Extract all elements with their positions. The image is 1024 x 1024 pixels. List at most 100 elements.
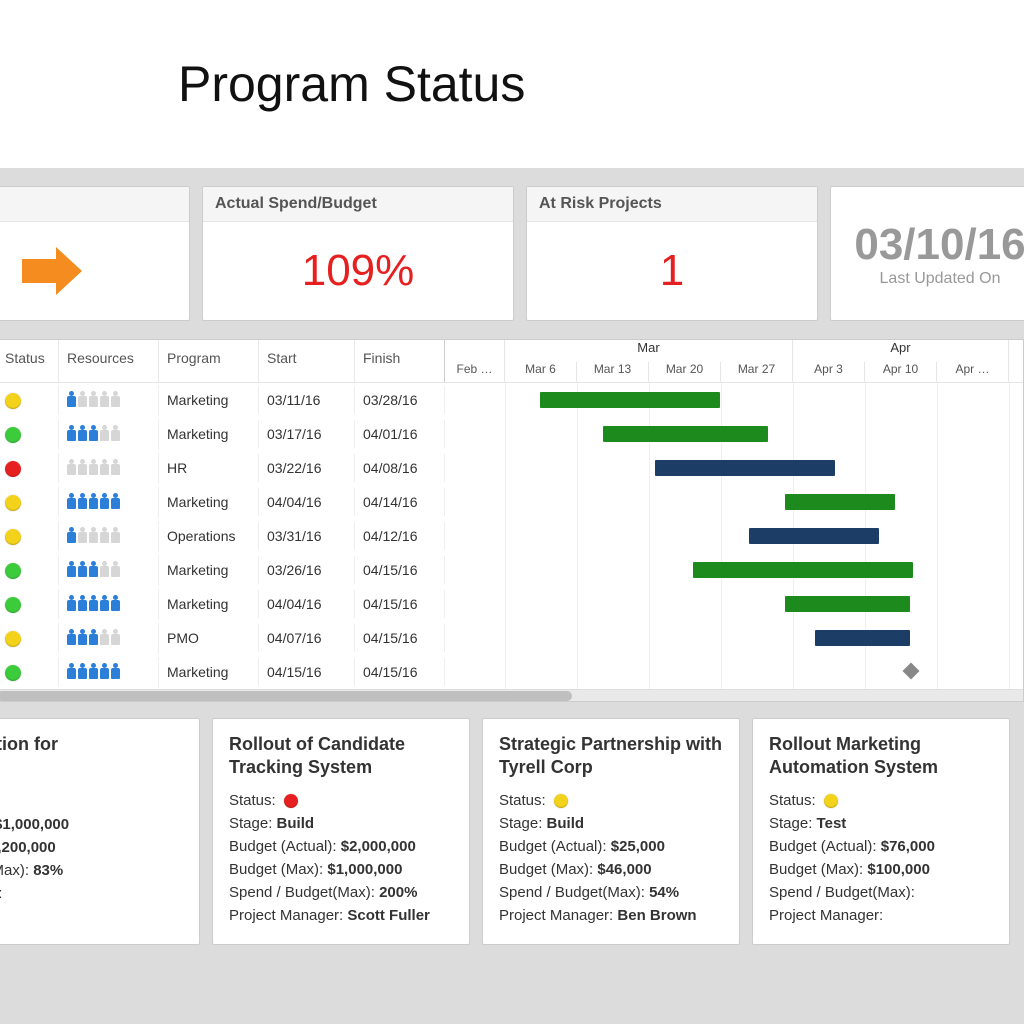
gantt-row[interactable]: Marketing04/04/1604/14/16: [0, 485, 1023, 519]
kpi-risk-label: At Risk Projects: [527, 187, 817, 222]
cell-program: Marketing: [159, 556, 259, 584]
week-label: Apr …: [937, 362, 1009, 382]
cell-program: Marketing: [159, 488, 259, 516]
people-icon: [67, 561, 120, 577]
project-budget-actual: Actual): $1,000,000: [0, 816, 183, 833]
status-dot-icon: [284, 794, 298, 808]
kpi-spend-label: Actual Spend/Budget: [203, 187, 513, 222]
col-status[interactable]: Status: [0, 340, 59, 382]
timeline-cell: [445, 621, 1023, 655]
cell-program: PMO: [159, 624, 259, 652]
project-title: Promotion for: [0, 733, 183, 756]
kpi-trend[interactable]: Trend: [0, 186, 190, 321]
status-dot-icon: [5, 631, 21, 647]
kpi-risk[interactable]: At Risk Projects 1: [526, 186, 818, 321]
status-dot-icon: [5, 529, 21, 545]
project-stage: Stage: Test: [769, 815, 993, 832]
gantt-row[interactable]: Operations03/31/1604/12/16: [0, 519, 1023, 553]
cell-start: 03/22/16: [259, 454, 355, 482]
project-manager: Project Manager: Scott Fuller: [229, 907, 453, 924]
cell-start: 03/17/16: [259, 420, 355, 448]
kpi-date[interactable]: 03/10/16 Last Updated On: [830, 186, 1024, 321]
gantt-bar[interactable]: [540, 392, 720, 408]
people-icon: [67, 391, 120, 407]
gantt-panel: Status Resources Program Start Finish Ma…: [0, 339, 1024, 702]
kpi-risk-value: 1: [527, 222, 817, 320]
project-stage: Build: [0, 793, 183, 810]
gantt-bar[interactable]: [603, 426, 768, 442]
horizontal-scrollbar[interactable]: [0, 689, 1023, 701]
gantt-row[interactable]: HR03/22/1604/08/16: [0, 451, 1023, 485]
timeline-cell: [445, 451, 1023, 485]
project-spend-pct: Spend / Budget(Max): 200%: [229, 884, 453, 901]
project-status: [0, 770, 183, 787]
project-budget-max: Max): $1,200,000: [0, 839, 183, 856]
gantt-row[interactable]: Marketing03/11/1603/28/16: [0, 383, 1023, 417]
gantt-row[interactable]: Marketing04/15/1604/15/16: [0, 655, 1023, 689]
page-title: Program Status: [178, 55, 525, 113]
gantt-bar[interactable]: [749, 528, 879, 544]
cell-finish: 04/01/16: [355, 420, 445, 448]
gantt-row[interactable]: Marketing03/26/1604/15/16: [0, 553, 1023, 587]
gantt-row[interactable]: PMO04/07/1604/15/16: [0, 621, 1023, 655]
gantt-row[interactable]: Marketing04/04/1604/15/16: [0, 587, 1023, 621]
status-dot-icon: [554, 794, 568, 808]
cell-program: Marketing: [159, 386, 259, 414]
gantt-bar[interactable]: [693, 562, 913, 578]
status-dot-icon: [5, 665, 21, 681]
milestone-diamond-icon[interactable]: [903, 663, 920, 680]
timeline-cell: [445, 383, 1023, 417]
project-cards-row: Promotion for Build Actual): $1,000,000 Max…: [0, 718, 1024, 945]
project-budget-actual: Budget (Actual): $76,000: [769, 838, 993, 855]
project-spend-pct: Spend / Budget(Max): 54%: [499, 884, 723, 901]
week-label: Mar 6: [505, 362, 577, 382]
project-manager: Project Manager:: [769, 907, 993, 924]
cell-finish: 04/12/16: [355, 522, 445, 550]
project-budget-actual: Budget (Actual): $2,000,000: [229, 838, 453, 855]
project-card[interactable]: Strategic Partnership with Tyrell CorpSt…: [482, 718, 740, 945]
project-status: Status:: [499, 792, 723, 809]
kpi-trend-label: Trend: [0, 187, 189, 222]
timeline-cell: [445, 553, 1023, 587]
week-label: Apr 3: [793, 362, 865, 382]
cell-finish: 04/14/16: [355, 488, 445, 516]
project-budget-actual: Budget (Actual): $25,000: [499, 838, 723, 855]
project-budget-max: Budget (Max): $46,000: [499, 861, 723, 878]
project-card[interactable]: Promotion for Build Actual): $1,000,000 Max…: [0, 718, 200, 945]
gantt-bar[interactable]: [655, 460, 835, 476]
timeline-cell: [445, 417, 1023, 451]
week-label: Mar 27: [721, 362, 793, 382]
project-manager: Manager:: [0, 885, 183, 902]
col-program[interactable]: Program: [159, 340, 259, 382]
status-dot-icon: [5, 563, 21, 579]
kpi-spend[interactable]: Actual Spend/Budget 109%: [202, 186, 514, 321]
cell-start: 04/15/16: [259, 658, 355, 686]
title-panel: Program Status: [0, 0, 1024, 168]
people-icon: [67, 595, 120, 611]
project-status: Status:: [769, 792, 993, 809]
col-start[interactable]: Start: [259, 340, 355, 382]
cell-program: Marketing: [159, 590, 259, 618]
gantt-row[interactable]: Marketing03/17/1604/01/16: [0, 417, 1023, 451]
cell-start: 03/26/16: [259, 556, 355, 584]
cell-start: 04/04/16: [259, 590, 355, 618]
people-icon: [67, 425, 120, 441]
cell-finish: 04/15/16: [355, 556, 445, 584]
gantt-bar[interactable]: [815, 630, 910, 646]
status-dot-icon: [824, 794, 838, 808]
scrollbar-thumb[interactable]: [0, 691, 572, 701]
project-card[interactable]: Rollout of Candidate Tracking SystemStat…: [212, 718, 470, 945]
week-label: Apr 10: [865, 362, 937, 382]
week-label: Feb …: [445, 362, 505, 382]
project-card[interactable]: Rollout Marketing Automation SystemStatu…: [752, 718, 1010, 945]
gantt-bar[interactable]: [785, 494, 895, 510]
cell-program: HR: [159, 454, 259, 482]
project-spend-pct: Budget(Max): 83%: [0, 862, 183, 879]
cell-start: 04/07/16: [259, 624, 355, 652]
kpi-row: Trend Actual Spend/Budget 109% At Risk P…: [0, 186, 1024, 339]
people-icon: [67, 493, 120, 509]
col-finish[interactable]: Finish: [355, 340, 445, 382]
week-label: Mar 13: [577, 362, 649, 382]
gantt-bar[interactable]: [785, 596, 910, 612]
col-resources[interactable]: Resources: [59, 340, 159, 382]
